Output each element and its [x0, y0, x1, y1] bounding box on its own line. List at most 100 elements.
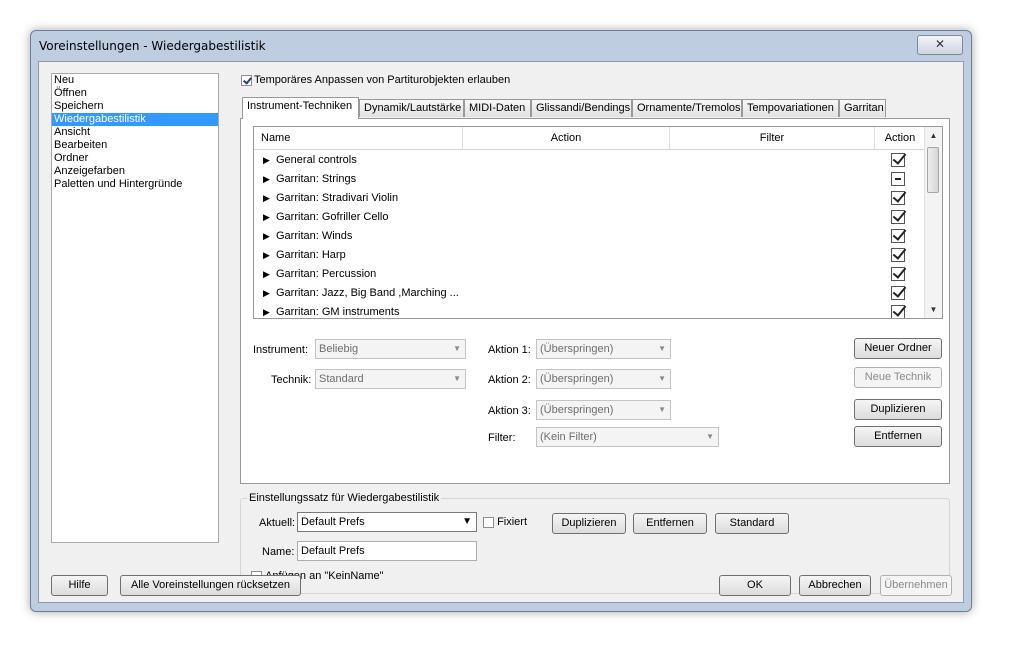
- instrument-select[interactable]: Beliebig ▼: [315, 339, 466, 359]
- technique-select[interactable]: Standard ▼: [315, 369, 466, 389]
- help-button[interactable]: Hilfe: [51, 575, 108, 596]
- technique-select-value: Standard: [319, 373, 364, 385]
- tab-ornamente[interactable]: Ornamente/Tremolos: [632, 99, 742, 117]
- ok-button[interactable]: OK: [719, 575, 791, 596]
- category-item-paletten[interactable]: Paletten und Hintergründe: [52, 178, 218, 191]
- fixed-option[interactable]: Fixiert: [483, 516, 527, 528]
- table-row[interactable]: ▶ Garritan: Winds: [254, 227, 925, 246]
- expand-arrow-icon[interactable]: ▶: [263, 170, 270, 189]
- row-action-checkbox[interactable]: [891, 248, 905, 262]
- tab-panel: Name Action Filter Action ▶ General contr…: [240, 118, 950, 484]
- remove-set-button[interactable]: Entfernen: [633, 513, 707, 534]
- column-header-action-toggle[interactable]: Action: [875, 127, 925, 149]
- category-item-neu[interactable]: Neu: [52, 74, 218, 87]
- column-header-action[interactable]: Action: [463, 127, 670, 149]
- action3-label: Aktion 3:: [488, 405, 531, 417]
- row-action-checkbox[interactable]: [891, 191, 905, 205]
- category-item-anzeigefarben[interactable]: Anzeigefarben: [52, 165, 218, 178]
- table-row[interactable]: ▶ Garritan: GM instruments: [254, 303, 925, 318]
- temp-adjust-checkbox[interactable]: [241, 74, 252, 86]
- scroll-down-icon[interactable]: ▼: [925, 301, 942, 318]
- category-item-wiedergabestilistik[interactable]: Wiedergabestilistik: [52, 113, 218, 126]
- category-list: Neu Öffnen Speichern Wiedergabestilistik…: [51, 73, 219, 543]
- dialog-client: Neu Öffnen Speichern Wiedergabestilistik…: [38, 61, 964, 603]
- row-name: Garritan: Strings: [276, 173, 357, 185]
- temp-adjust-option[interactable]: Temporäres Anpassen von Partiturobjekten…: [239, 74, 510, 86]
- new-folder-button[interactable]: Neuer Ordner: [854, 338, 942, 359]
- expand-arrow-icon[interactable]: ▶: [263, 246, 270, 265]
- technique-label: Technik:: [271, 374, 312, 386]
- row-name: General controls: [276, 154, 357, 166]
- action1-select[interactable]: (Überspringen) ▼: [536, 339, 671, 359]
- fixed-label: Fixiert: [497, 516, 528, 529]
- chevron-down-icon: ▼: [658, 374, 666, 383]
- row-name: Garritan: Jazz, Big Band ,Marching ...: [276, 287, 459, 299]
- row-name: Garritan: Gofriller Cello: [276, 211, 389, 223]
- duplicate-technique-button[interactable]: Duplizieren: [854, 399, 942, 420]
- filter-select[interactable]: (Kein Filter) ▼: [536, 427, 719, 447]
- table-row[interactable]: ▶ Garritan: Gofriller Cello: [254, 208, 925, 227]
- row-action-checkbox[interactable]: [891, 267, 905, 281]
- chevron-down-icon: ▼: [658, 405, 666, 414]
- category-item-ansicht[interactable]: Ansicht: [52, 126, 218, 139]
- category-item-bearbeiten[interactable]: Bearbeiten: [52, 139, 218, 152]
- tab-tempovariationen[interactable]: Tempovariationen: [742, 99, 839, 117]
- grid-scrollbar[interactable]: ▲ ▼: [924, 127, 942, 318]
- new-technique-button[interactable]: Neue Technik: [854, 367, 942, 388]
- row-name: Garritan: Winds: [276, 230, 353, 242]
- close-button[interactable]: ✕: [917, 35, 963, 55]
- row-action-checkbox[interactable]: [891, 153, 905, 167]
- current-set-select[interactable]: Default Prefs ▼: [297, 512, 477, 532]
- row-action-checkbox[interactable]: [891, 229, 905, 243]
- table-row[interactable]: ▶ Garritan: Percussion: [254, 265, 925, 284]
- expand-arrow-icon[interactable]: ▶: [263, 151, 270, 170]
- tab-midi-daten[interactable]: MIDI-Daten: [464, 99, 531, 117]
- techniques-grid: Name Action Filter Action ▶ General contr…: [253, 126, 943, 319]
- row-action-checkbox[interactable]: [891, 210, 905, 224]
- row-action-checkbox[interactable]: [891, 286, 905, 300]
- duplicate-set-button[interactable]: Duplizieren: [552, 513, 626, 534]
- category-item-ordner[interactable]: Ordner: [52, 152, 218, 165]
- fixed-checkbox[interactable]: [483, 516, 494, 528]
- remove-technique-button[interactable]: Entfernen: [854, 426, 942, 447]
- table-row[interactable]: ▶ Garritan: Stradivari Violin: [254, 189, 925, 208]
- column-header-filter[interactable]: Filter: [670, 127, 875, 149]
- cancel-button[interactable]: Abbrechen: [799, 575, 871, 596]
- tab-garritan[interactable]: Garritan: [839, 99, 886, 117]
- table-row[interactable]: ▶ General controls: [254, 151, 925, 170]
- expand-arrow-icon[interactable]: ▶: [263, 189, 270, 208]
- apply-button[interactable]: Übernehmen: [880, 575, 952, 596]
- scroll-up-icon[interactable]: ▲: [925, 127, 942, 144]
- chevron-down-icon: ▼: [462, 516, 472, 527]
- standard-set-button[interactable]: Standard: [715, 513, 789, 534]
- tab-glissandi[interactable]: Glissandi/Bendings: [531, 99, 632, 117]
- settings-set-title: Einstellungssatz für Wiedergabestilistik: [247, 492, 442, 504]
- tab-instrument-techniken[interactable]: Instrument-Techniken: [242, 97, 359, 119]
- filter-label: Filter:: [488, 432, 516, 444]
- table-row[interactable]: ▶ Garritan: Harp: [254, 246, 925, 265]
- set-name-input[interactable]: Default Prefs: [297, 541, 477, 561]
- expand-arrow-icon[interactable]: ▶: [263, 208, 270, 227]
- table-row[interactable]: ▶ Garritan: Strings: [254, 170, 925, 189]
- table-row[interactable]: ▶ Garritan: Jazz, Big Band ,Marching ...: [254, 284, 925, 303]
- action3-select[interactable]: (Überspringen) ▼: [536, 400, 671, 420]
- expand-arrow-icon[interactable]: ▶: [263, 227, 270, 246]
- row-action-checkbox[interactable]: [891, 305, 905, 318]
- action2-select[interactable]: (Überspringen) ▼: [536, 369, 671, 389]
- expand-arrow-icon[interactable]: ▶: [263, 265, 270, 284]
- title-bar[interactable]: Voreinstellungen - Wiedergabestilistik ✕: [31, 31, 971, 61]
- scroll-thumb[interactable]: [927, 147, 939, 193]
- reset-all-button[interactable]: Alle Voreinstellungen rücksetzen: [120, 575, 301, 596]
- column-header-name[interactable]: Name: [254, 127, 463, 149]
- expand-arrow-icon[interactable]: ▶: [263, 303, 270, 318]
- current-label: Aktuell:: [259, 517, 296, 529]
- row-name: Garritan: Harp: [276, 249, 346, 261]
- category-item-speichern[interactable]: Speichern: [52, 100, 218, 113]
- category-item-oeffnen[interactable]: Öffnen: [52, 87, 218, 100]
- row-name: Garritan: Percussion: [276, 268, 377, 280]
- action3-select-value: (Überspringen): [540, 404, 614, 416]
- row-action-checkbox[interactable]: [891, 172, 905, 186]
- window-title: Voreinstellungen - Wiedergabestilistik: [39, 39, 266, 53]
- expand-arrow-icon[interactable]: ▶: [263, 284, 270, 303]
- tab-dynamik[interactable]: Dynamik/Lautstärke: [359, 99, 464, 117]
